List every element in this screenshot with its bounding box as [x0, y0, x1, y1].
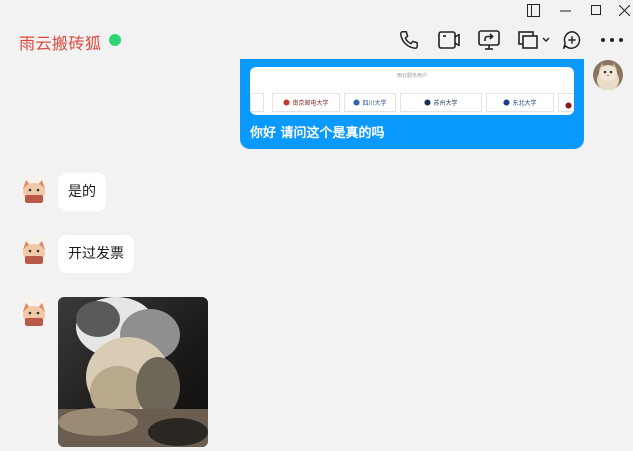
add-circle-icon[interactable] — [558, 27, 586, 53]
more-icon[interactable] — [598, 27, 626, 53]
preview-title: 雨云服务用户 — [396, 73, 427, 79]
preview-logo-card: 东北大学 — [486, 93, 554, 112]
sent-message-bubble[interactable]: 雨云服务用户 南京邮电大学 四川大学 苏州大学 东北大学 你好 请问这个是真的吗 — [240, 59, 584, 149]
contact-avatar[interactable] — [19, 175, 49, 205]
contact-name[interactable]: 雨云搬砖狐 — [19, 30, 102, 54]
close-icon[interactable] — [609, 0, 633, 20]
sidebar-toggle-icon[interactable] — [518, 0, 548, 20]
preview-logo-card: 四川大学 — [344, 93, 396, 112]
received-message-text: 开过发票 — [68, 246, 124, 262]
contact-avatar[interactable] — [19, 298, 49, 328]
maximize-icon[interactable] — [581, 0, 611, 20]
preview-logo-card: 苏州大学 — [400, 93, 482, 112]
online-status-dot — [109, 34, 121, 46]
preview-logo-text: 苏州大学 — [433, 100, 458, 107]
screen-share-icon[interactable] — [475, 27, 503, 53]
received-message-text: 是的 — [68, 184, 96, 200]
received-message-bubble[interactable]: 是的 — [58, 173, 106, 211]
contact-avatar[interactable] — [19, 236, 49, 266]
phone-icon[interactable] — [395, 27, 423, 53]
preview-logo-text: 四川大学 — [362, 100, 387, 107]
video-camera-icon[interactable] — [435, 27, 463, 53]
my-avatar[interactable] — [593, 60, 623, 90]
link-preview-card[interactable]: 雨云服务用户 南京邮电大学 四川大学 苏州大学 东北大学 — [250, 67, 574, 115]
preview-logo-card: 南京邮电大学 — [272, 93, 340, 112]
preview-logo-text: 南京邮电大学 — [292, 100, 329, 107]
preview-logo-edge — [558, 93, 574, 112]
window-title-bar — [0, 0, 633, 20]
preview-logo-text: 东北大学 — [512, 100, 537, 107]
remote-desktop-icon[interactable] — [515, 27, 553, 53]
received-image-message[interactable] — [58, 297, 208, 447]
preview-logo-edge — [250, 93, 264, 112]
sent-message-text: 你好 请问这个是真的吗 — [250, 126, 385, 141]
chat-header: 雨云搬砖狐 — [0, 20, 633, 62]
minimize-icon[interactable] — [550, 0, 580, 20]
received-message-bubble[interactable]: 开过发票 — [58, 235, 134, 273]
